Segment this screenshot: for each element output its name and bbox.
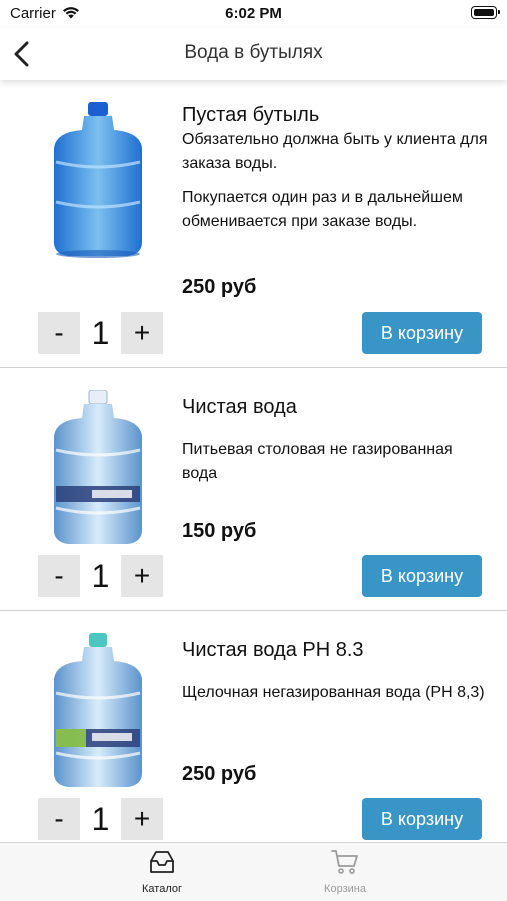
- status-bar: Carrier 6:02 PM: [0, 0, 507, 28]
- increase-quantity-button[interactable]: +: [121, 312, 163, 354]
- navigation-bar: Вода в бутылях: [0, 28, 507, 80]
- status-time: 6:02 PM: [225, 5, 282, 22]
- decrease-quantity-button[interactable]: -: [38, 798, 80, 840]
- product-card: Чистая вода PH 8.3 Щелочная негазированн…: [0, 611, 507, 842]
- cart-icon: [331, 850, 358, 874]
- product-description: Обязательно должна быть у клиента для за…: [182, 128, 492, 244]
- tab-catalog[interactable]: Каталог: [62, 843, 262, 901]
- product-card: Пустая бутыль Обязательно должна быть у …: [0, 80, 507, 368]
- increase-quantity-button[interactable]: +: [121, 798, 163, 840]
- inbox-icon: [150, 851, 174, 873]
- increase-quantity-button[interactable]: +: [121, 555, 163, 597]
- product-description-line: Покупается один раз и в дальнейшем обмен…: [182, 189, 463, 230]
- product-name: Чистая вода: [182, 396, 297, 418]
- alkaline-water-bottle-image: [54, 633, 142, 787]
- product-description: Питьевая столовая не газированная вода: [182, 438, 492, 496]
- quantity-stepper: - 1 +: [38, 312, 163, 354]
- quantity-stepper: - 1 +: [38, 798, 163, 840]
- add-to-cart-button[interactable]: В корзину: [362, 555, 482, 597]
- product-price: 250 руб: [182, 763, 257, 785]
- empty-bottle-image: [54, 102, 142, 258]
- battery-icon: [471, 6, 500, 19]
- quantity-value: 1: [91, 801, 110, 837]
- product-description-line: Щелочная негазированная вода (PH 8,3): [182, 684, 485, 701]
- product-description-line: Обязательно должна быть у клиента для за…: [182, 131, 488, 172]
- tab-label: Корзина: [324, 883, 366, 895]
- product-price: 150 руб: [182, 520, 257, 542]
- page-title: Вода в бутылях: [184, 42, 323, 63]
- water-bottle-image: [54, 390, 142, 544]
- quantity-value: 1: [91, 315, 110, 351]
- decrease-quantity-button[interactable]: -: [38, 555, 80, 597]
- decrease-quantity-button[interactable]: -: [38, 312, 80, 354]
- product-description-line: Питьевая столовая не газированная вода: [182, 441, 453, 482]
- product-list: Пустая бутыль Обязательно должна быть у …: [0, 80, 507, 842]
- tab-label: Каталог: [142, 883, 182, 895]
- product-name: Пустая бутыль: [182, 104, 320, 126]
- quantity-value: 1: [91, 558, 110, 594]
- product-name: Чистая вода PH 8.3: [182, 639, 364, 661]
- product-price: 250 руб: [182, 276, 257, 298]
- product-description: Щелочная негазированная вода (PH 8,3): [182, 681, 492, 715]
- product-card: Чистая вода Питьевая столовая не газиров…: [0, 368, 507, 611]
- tab-cart[interactable]: Корзина: [245, 843, 445, 901]
- tab-bar: Каталог Корзина: [0, 842, 507, 901]
- quantity-stepper: - 1 +: [38, 555, 163, 597]
- add-to-cart-button[interactable]: В корзину: [362, 798, 482, 840]
- add-to-cart-button[interactable]: В корзину: [362, 312, 482, 354]
